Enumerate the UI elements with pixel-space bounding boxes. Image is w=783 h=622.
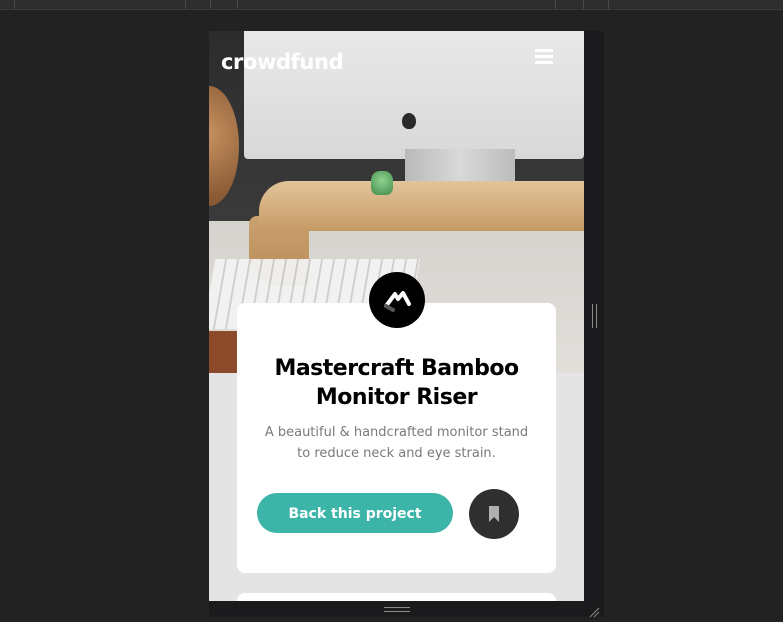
- device-frame: crowdfund Mastercraft Bamboo Monitor Ris…: [209, 31, 604, 617]
- back-project-button[interactable]: Back this project: [257, 493, 453, 533]
- mastercraft-logo-svg: [384, 291, 411, 312]
- toolbar-separator: [583, 0, 584, 9]
- toolbar-separator: [210, 0, 211, 9]
- apple-logo-icon: [402, 113, 416, 129]
- hamburger-menu-icon[interactable]: [535, 49, 553, 65]
- hero-riser: [259, 181, 584, 231]
- menu-bar: [535, 49, 553, 52]
- toolbar-separator: [608, 0, 609, 9]
- bookmark-button[interactable]: [469, 489, 519, 539]
- toolbar-separator: [237, 0, 238, 9]
- site-logo[interactable]: crowdfund: [221, 50, 344, 74]
- project-card: Mastercraft Bamboo Monitor Riser A beaut…: [237, 303, 556, 573]
- hero-figurine: [371, 171, 393, 195]
- mastercraft-logo-icon: [369, 272, 425, 328]
- page-viewport: crowdfund Mastercraft Bamboo Monitor Ris…: [209, 31, 584, 601]
- project-title: Mastercraft Bamboo Monitor Riser: [274, 356, 519, 410]
- menu-bar: [535, 55, 553, 58]
- menu-bar: [535, 61, 553, 64]
- horizontal-resize-handle[interactable]: [384, 607, 410, 612]
- bookmark-icon: [489, 506, 499, 522]
- toolbar-separator: [185, 0, 186, 9]
- toolbar-separator: [14, 0, 15, 9]
- toolbar-separator: [555, 0, 556, 9]
- resize-corner-svg: [589, 607, 600, 618]
- resize-corner-icon[interactable]: [588, 603, 600, 618]
- devtools-toolbar: [0, 0, 783, 10]
- vertical-resize-handle[interactable]: [592, 304, 597, 328]
- next-section-card: [237, 593, 556, 601]
- project-description: A beautiful & handcrafted monitor stand …: [264, 425, 529, 461]
- site-header: crowdfund: [209, 31, 584, 95]
